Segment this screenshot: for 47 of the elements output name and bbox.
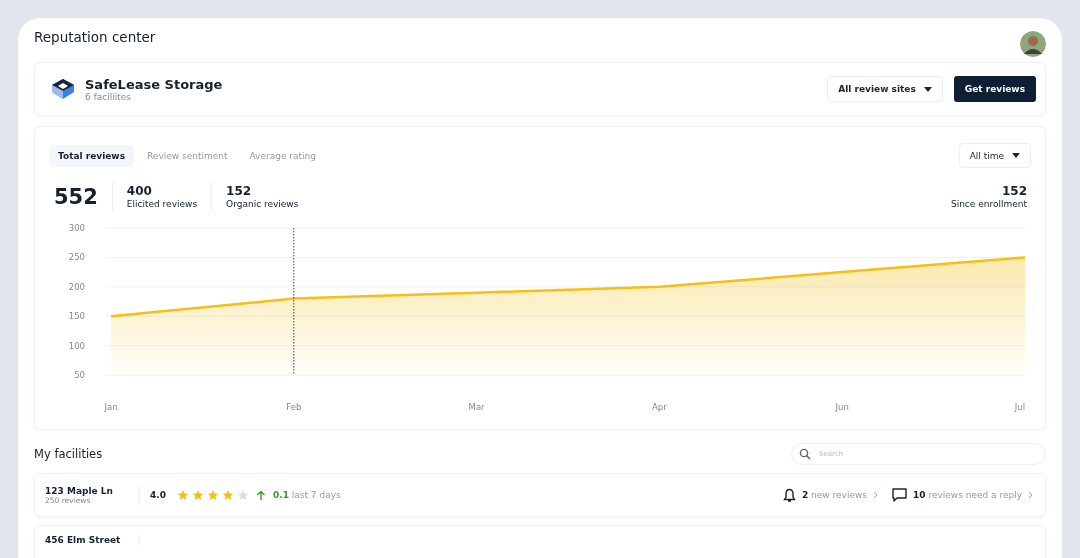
bell-icon — [782, 487, 796, 503]
star-icon — [221, 489, 234, 501]
chat-bubble-icon — [892, 488, 907, 502]
axis-label: 200 — [68, 281, 85, 292]
axis-label: 250 — [68, 252, 85, 263]
facility-count: 6 faciliites — [85, 91, 132, 102]
axis-label: Jan — [104, 402, 118, 412]
section-title: My facilities — [34, 447, 103, 461]
star-icon — [236, 489, 249, 501]
axis-label: Mar — [468, 402, 485, 412]
axis-label: 150 — [68, 311, 85, 322]
axis-label: Apr — [652, 402, 667, 412]
reply-needed-link[interactable]: 10 reviews need a reply — [892, 488, 1033, 502]
total-count: 552 — [53, 184, 99, 209]
caret-icon — [1012, 153, 1020, 158]
new-reviews-link[interactable]: 2 new reviews — [782, 487, 878, 503]
company-name: SafeLease Storage — [85, 76, 223, 92]
axis-label: Feb — [286, 402, 302, 412]
get-reviews-button[interactable]: Get reviews — [953, 76, 1036, 102]
stat-label: Since enrollment — [950, 199, 1027, 209]
logo-icon — [51, 78, 75, 100]
page-title: Reputation center — [34, 29, 156, 45]
rating-change: 0.1 last 7 days — [272, 490, 341, 500]
review-sites-dropdown[interactable]: All review sites — [827, 76, 943, 102]
stat-value: 400 — [126, 184, 153, 198]
stat-value: 152 — [226, 184, 253, 198]
axis-label: Jul — [1014, 402, 1025, 412]
search-icon — [799, 448, 811, 460]
axis-label: Jun — [835, 402, 849, 412]
tab[interactable]: Total reviews — [49, 144, 134, 167]
axis-label: 300 — [68, 223, 85, 233]
chevron-icon — [1028, 491, 1033, 499]
time-range-dropdown[interactable]: All time — [958, 143, 1031, 168]
stat-label: Elicited reviews — [126, 199, 198, 209]
star-icon — [191, 489, 204, 501]
rating-value: 4.0 — [150, 490, 166, 500]
stat-value: 152 — [1001, 184, 1027, 198]
avatar[interactable] — [1020, 31, 1046, 57]
axis-label: 50 — [74, 370, 85, 380]
axis-label: 100 — [68, 340, 85, 351]
stat-label: Organic reviews — [226, 199, 299, 209]
star-icon — [206, 489, 219, 501]
chevron-icon — [873, 491, 878, 499]
star-icon — [176, 489, 189, 501]
facility-name: 456 Elm Street — [45, 535, 122, 545]
facility-name: 123 Maple Ln — [45, 485, 114, 496]
caret-icon — [923, 86, 932, 92]
